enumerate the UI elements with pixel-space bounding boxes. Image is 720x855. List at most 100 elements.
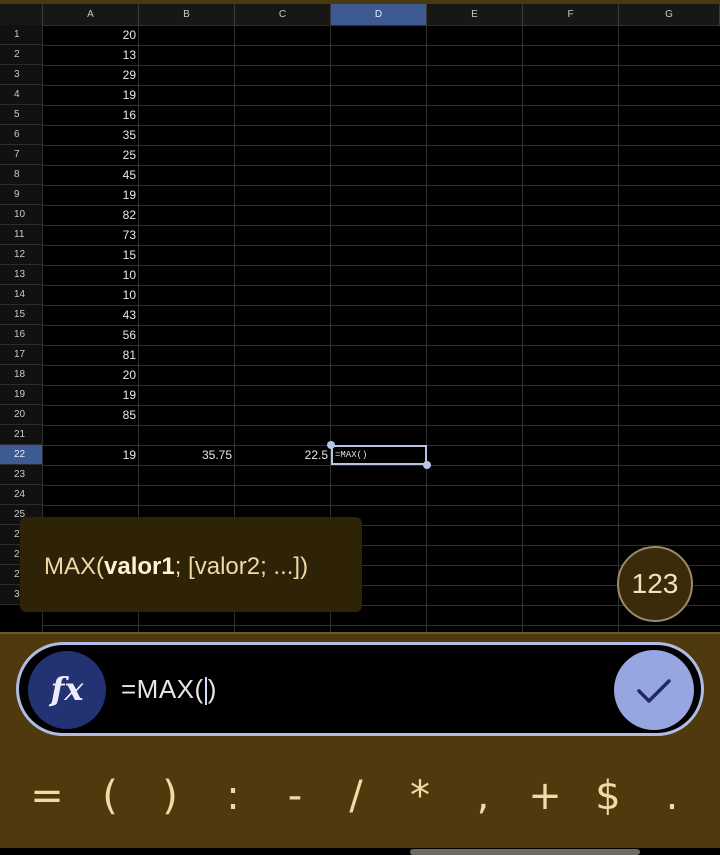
cell-a14[interactable]: 10 — [43, 285, 139, 305]
home-indicator[interactable] — [410, 849, 640, 855]
row-header[interactable]: 5 — [0, 105, 43, 125]
row-header[interactable]: 3 — [0, 65, 43, 85]
key-open-paren[interactable]: ( — [85, 768, 135, 824]
cell-a22[interactable]: 19 — [43, 445, 139, 465]
grid-vline — [618, 25, 619, 634]
row-header[interactable]: 11 — [0, 225, 43, 245]
grid-hline — [43, 365, 720, 366]
cell-a12[interactable]: 15 — [43, 245, 139, 265]
cell-b22[interactable]: 35.75 — [139, 445, 235, 465]
active-cell-d22[interactable]: =MAX() — [331, 445, 427, 465]
row-header[interactable]: 19 — [0, 385, 43, 405]
function-hint-rest: ; [valor2; ...]) — [174, 553, 309, 580]
key-period[interactable]: . — [647, 768, 697, 824]
row-header[interactable]: 9 — [0, 185, 43, 205]
row-header[interactable]: 1 — [0, 25, 43, 45]
key-comma[interactable]: , — [458, 768, 508, 824]
row-header[interactable]: 2 — [0, 45, 43, 65]
grid-hline — [43, 465, 720, 466]
grid-hline — [43, 505, 720, 506]
grid-hline — [43, 45, 720, 46]
grid-hline — [43, 425, 720, 426]
column-header-d[interactable]: D — [331, 4, 427, 25]
row-header[interactable]: 14 — [0, 285, 43, 305]
column-header-c[interactable]: C — [235, 4, 331, 25]
cell-a13[interactable]: 10 — [43, 265, 139, 285]
row-header[interactable]: 21 — [0, 425, 43, 445]
column-header-e[interactable]: E — [427, 4, 523, 25]
row-header[interactable]: 8 — [0, 165, 43, 185]
grid-hline — [43, 145, 720, 146]
row-header[interactable]: 17 — [0, 345, 43, 365]
cell-a10[interactable]: 82 — [43, 205, 139, 225]
insert-function-button[interactable]: fx — [28, 651, 106, 729]
column-header-b[interactable]: B — [139, 4, 235, 25]
cell-a8[interactable]: 45 — [43, 165, 139, 185]
row-header[interactable]: 15 — [0, 305, 43, 325]
cell-c22[interactable]: 22.5 — [235, 445, 331, 465]
grid-vline — [522, 25, 523, 634]
row-header[interactable]: 16 — [0, 325, 43, 345]
grid-hline — [43, 65, 720, 66]
spreadsheet-grid[interactable]: ABCDEFG 1 2 3 4 5 6 7 8 9 10 11 12 13 14 15 16 17 18 19 20 2… — [0, 0, 720, 634]
grid-hline — [43, 405, 720, 406]
cell-a7[interactable]: 25 — [43, 145, 139, 165]
text-caret — [204, 677, 207, 706]
symbol-keyboard-row: =(): - / *, + $. — [0, 768, 720, 824]
key-dollar[interactable]: $ — [583, 768, 633, 824]
cell-a19[interactable]: 19 — [43, 385, 139, 405]
key-minus[interactable]: - — [270, 768, 320, 824]
key-slash[interactable]: / — [331, 768, 381, 824]
column-header-f[interactable]: F — [523, 4, 619, 25]
key-colon[interactable]: : — [208, 768, 258, 824]
row-header[interactable]: 20 — [0, 405, 43, 425]
cell-a15[interactable]: 43 — [43, 305, 139, 325]
column-header-g[interactable]: G — [619, 4, 720, 25]
numeric-keyboard-toggle[interactable]: 123 — [617, 546, 693, 622]
column-header-a[interactable]: A — [43, 4, 139, 25]
row-header[interactable]: 13 — [0, 265, 43, 285]
grid-hline — [43, 85, 720, 86]
cell-a4[interactable]: 19 — [43, 85, 139, 105]
row-header[interactable]: 10 — [0, 205, 43, 225]
grid-hline — [43, 165, 720, 166]
cell-a1[interactable]: 20 — [43, 25, 139, 45]
cell-a16[interactable]: 56 — [43, 325, 139, 345]
cell-a18[interactable]: 20 — [43, 365, 139, 385]
selection-handle-top[interactable] — [327, 441, 335, 449]
key-equals[interactable]: = — [22, 768, 72, 824]
grid-hline — [43, 185, 720, 186]
key-close-paren[interactable]: ) — [145, 768, 195, 824]
cell-a5[interactable]: 16 — [43, 105, 139, 125]
select-all-corner[interactable] — [0, 4, 43, 25]
cell-a2[interactable]: 13 — [43, 45, 139, 65]
formula-bar[interactable]: fx =MAX() — [16, 642, 704, 736]
cell-a6[interactable]: 35 — [43, 125, 139, 145]
grid-hline — [43, 265, 720, 266]
key-plus[interactable]: + — [520, 768, 570, 824]
row-header[interactable]: 22 — [0, 445, 43, 465]
row-header[interactable]: 23 — [0, 465, 43, 485]
row-header[interactable]: 24 — [0, 485, 43, 505]
row-header[interactable]: 7 — [0, 145, 43, 165]
formula-text-before: =MAX( — [121, 674, 204, 704]
checkmark-icon — [637, 679, 671, 703]
row-header[interactable]: 4 — [0, 85, 43, 105]
function-hint-name: MAX( — [44, 553, 104, 580]
row-header[interactable]: 6 — [0, 125, 43, 145]
row-header[interactable]: 18 — [0, 365, 43, 385]
key-asterisk[interactable]: * — [395, 768, 445, 824]
confirm-button[interactable] — [614, 650, 694, 730]
grid-hline — [43, 205, 720, 206]
grid-hline — [43, 225, 720, 226]
row-header[interactable]: 12 — [0, 245, 43, 265]
cell-a3[interactable]: 29 — [43, 65, 139, 85]
formula-text-after: ) — [207, 674, 217, 704]
cell-a9[interactable]: 19 — [43, 185, 139, 205]
cell-a11[interactable]: 73 — [43, 225, 139, 245]
cell-a20[interactable]: 85 — [43, 405, 139, 425]
cell-a17[interactable]: 81 — [43, 345, 139, 365]
grid-hline — [43, 625, 720, 626]
selection-handle-bottom[interactable] — [423, 461, 431, 469]
formula-input[interactable]: =MAX() — [121, 645, 217, 733]
